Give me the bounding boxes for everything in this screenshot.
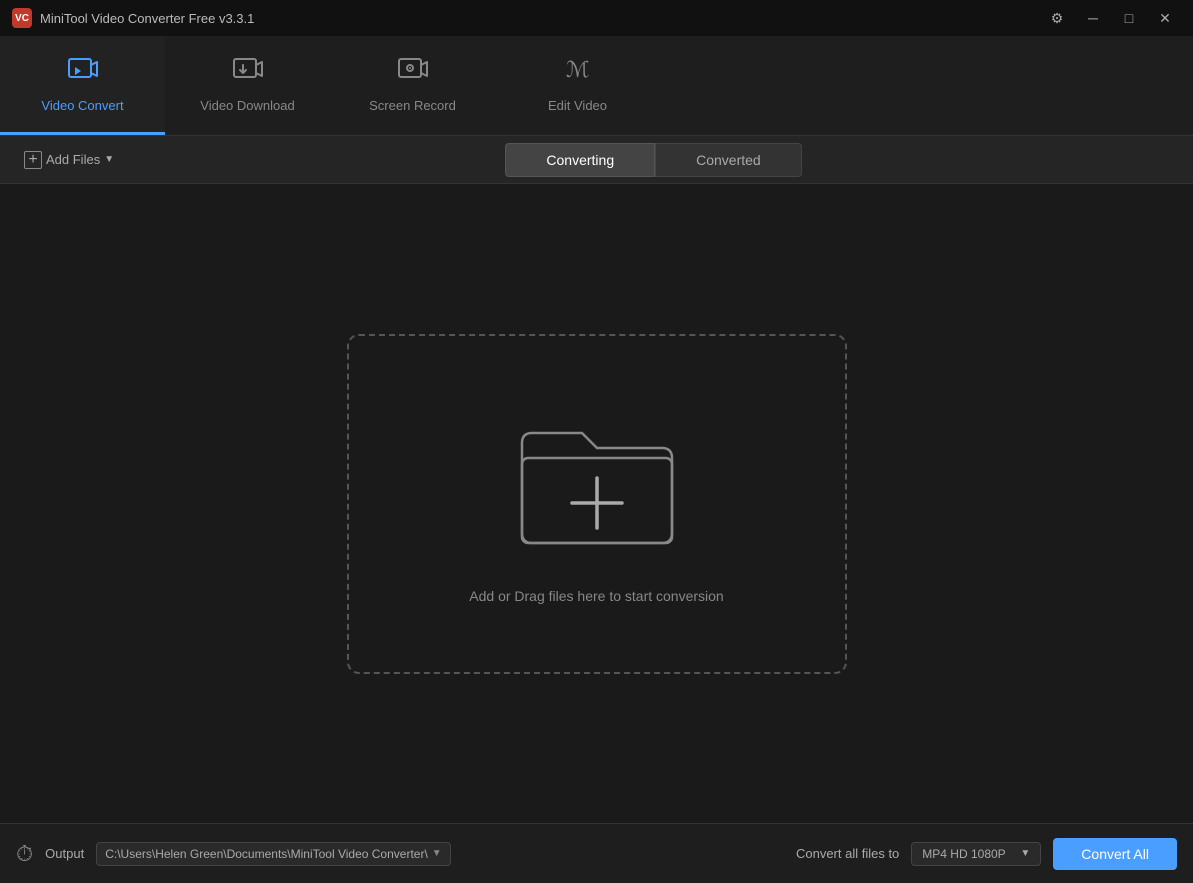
footer: ⏱ Output C:\Users\Helen Green\Documents\… <box>0 823 1193 883</box>
settings-button[interactable]: ⚙ <box>1041 6 1073 30</box>
edit-video-icon: ℳ <box>562 55 594 90</box>
nav-tab-screen-record[interactable]: Screen Record <box>330 36 495 135</box>
toolbar: + Add Files ▼ Converting Converted <box>0 136 1193 184</box>
output-path-display[interactable]: C:\Users\Helen Green\Documents\MiniTool … <box>96 842 451 866</box>
nav-bar: Video Convert Video Download Screen Reco… <box>0 36 1193 136</box>
app-title: MiniTool Video Converter Free v3.3.1 <box>40 11 254 26</box>
nav-tab-edit-video[interactable]: ℳ Edit Video <box>495 36 660 135</box>
video-convert-icon <box>67 55 99 90</box>
nav-tab-video-convert[interactable]: Video Convert <box>0 36 165 135</box>
add-files-icon: + <box>24 151 42 169</box>
format-select-text: MP4 HD 1080P <box>922 847 1014 861</box>
title-bar-left: VC MiniTool Video Converter Free v3.3.1 <box>12 8 254 28</box>
nav-tab-video-download[interactable]: Video Download <box>165 36 330 135</box>
nav-tab-screen-record-label: Screen Record <box>369 98 456 113</box>
close-button[interactable]: ✕ <box>1149 6 1181 30</box>
add-files-button[interactable]: + Add Files ▼ <box>16 147 122 173</box>
convert-all-button[interactable]: Convert All <box>1053 838 1177 870</box>
add-files-label: Add Files <box>46 152 100 167</box>
title-bar-controls: ⚙ ─ □ ✕ <box>1041 6 1181 30</box>
content-tab-group: Converting Converted <box>505 143 801 177</box>
screen-record-icon <box>397 55 429 90</box>
output-path-text: C:\Users\Helen Green\Documents\MiniTool … <box>105 847 428 861</box>
output-path-dropdown[interactable]: ▼ <box>432 848 442 859</box>
format-select[interactable]: MP4 HD 1080P ▼ <box>911 842 1041 866</box>
video-download-icon <box>232 55 264 90</box>
convert-all-files-label: Convert all files to <box>796 846 899 861</box>
svg-text:ℳ: ℳ <box>566 57 590 82</box>
nav-tab-edit-video-label: Edit Video <box>548 98 607 113</box>
minimize-button[interactable]: ─ <box>1077 6 1109 30</box>
title-bar: VC MiniTool Video Converter Free v3.3.1 … <box>0 0 1193 36</box>
drop-zone-hint: Add or Drag files here to start conversi… <box>469 588 723 604</box>
app-logo: VC <box>12 8 32 28</box>
tab-converted[interactable]: Converted <box>655 143 802 177</box>
nav-tab-video-convert-label: Video Convert <box>41 98 123 113</box>
nav-tab-video-download-label: Video Download <box>200 98 294 113</box>
output-label: Output <box>45 846 84 861</box>
folder-icon <box>502 403 692 568</box>
main-content: Add or Drag files here to start conversi… <box>0 184 1193 823</box>
add-files-dropdown-icon[interactable]: ▼ <box>104 154 114 165</box>
clock-icon[interactable]: ⏱ <box>16 841 33 867</box>
tab-converting[interactable]: Converting <box>505 143 655 177</box>
format-dropdown-icon: ▼ <box>1020 848 1030 859</box>
drop-zone[interactable]: Add or Drag files here to start conversi… <box>347 334 847 674</box>
maximize-button[interactable]: □ <box>1113 6 1145 30</box>
